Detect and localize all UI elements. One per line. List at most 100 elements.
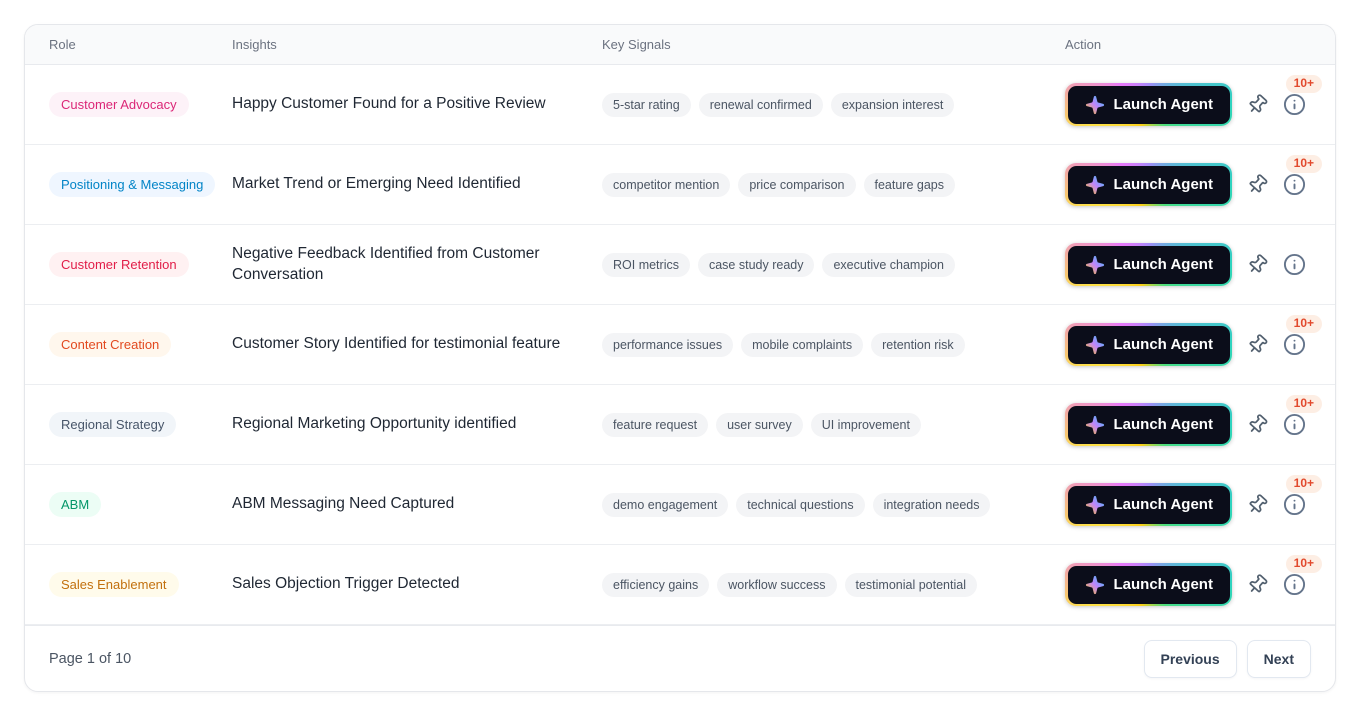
- pin-icon[interactable]: [1247, 414, 1268, 435]
- insight-text: Sales Objection Trigger Detected: [232, 575, 460, 593]
- signal-tag: technical questions: [736, 492, 865, 517]
- pin-icon[interactable]: [1247, 334, 1268, 355]
- signal-tag: workflow success: [717, 572, 837, 597]
- launch-agent-button[interactable]: Launch Agent: [1065, 243, 1233, 286]
- table-row: Sales Enablement Sales Objection Trigger…: [25, 545, 1335, 625]
- launch-agent-label: Launch Agent: [1113, 496, 1213, 513]
- launch-agent-label: Launch Agent: [1113, 256, 1213, 273]
- sparkles-icon: [1085, 255, 1105, 275]
- signal-tag: mobile complaints: [741, 332, 864, 357]
- column-header-insights: Insights: [232, 37, 277, 52]
- signal-tag: 5-star rating: [602, 92, 691, 117]
- signal-tag: UI improvement: [810, 412, 921, 437]
- role-cell: Positioning & Messaging: [49, 172, 232, 197]
- column-header-key-signals: Key Signals: [602, 37, 671, 52]
- insight-text: Customer Story Identified for testimonia…: [232, 335, 561, 353]
- table-body: Customer Advocacy Happy Customer Found f…: [25, 65, 1335, 625]
- pagination-footer: Page 1 of 10 Previous Next: [25, 625, 1335, 691]
- signal-tag: expansion interest: [830, 92, 955, 117]
- action-cell: Launch Agent 10+: [1065, 465, 1335, 544]
- role-cell: Sales Enablement: [49, 572, 232, 597]
- launch-agent-button[interactable]: Launch Agent: [1065, 83, 1233, 126]
- info-icon[interactable]: [1283, 413, 1306, 436]
- signals-cell: efficiency gains workflow success testimon…: [602, 572, 1065, 597]
- signals-cell: performance issues mobile complaints reten…: [602, 332, 1065, 357]
- pin-icon[interactable]: [1247, 174, 1268, 195]
- insights-table-card: Role Insights Key Signals Action Custome…: [24, 24, 1336, 692]
- table-row: Regional Strategy Regional Marketing Opp…: [25, 385, 1335, 465]
- pagination-buttons: Previous Next: [1143, 640, 1311, 678]
- sparkles-icon: [1085, 175, 1105, 195]
- launch-agent-label: Launch Agent: [1113, 176, 1213, 193]
- launch-agent-button[interactable]: Launch Agent: [1065, 163, 1233, 206]
- info-icon[interactable]: [1283, 93, 1306, 116]
- previous-button[interactable]: Previous: [1143, 640, 1237, 678]
- count-badge: 10+: [1285, 75, 1322, 94]
- column-header-action: Action: [1065, 37, 1102, 52]
- pin-icon[interactable]: [1247, 254, 1268, 275]
- launch-agent-button[interactable]: Launch Agent: [1065, 403, 1233, 446]
- role-cell: Customer Retention: [49, 252, 232, 277]
- signal-tag: demo engagement: [602, 492, 729, 517]
- info-icon[interactable]: [1283, 493, 1306, 516]
- table-row: Content Creation Customer Story Identifi…: [25, 305, 1335, 385]
- insight-text: Market Trend or Emerging Need Identified: [232, 175, 521, 193]
- action-cell: Launch Agent 10+: [1065, 145, 1335, 224]
- role-badge: Content Creation: [49, 332, 172, 357]
- sparkles-icon: [1085, 495, 1105, 515]
- signal-tag: retention risk: [871, 332, 965, 357]
- role-badge: Regional Strategy: [49, 412, 177, 437]
- signal-tag: price comparison: [738, 172, 856, 197]
- signal-tag: feature gaps: [863, 172, 955, 197]
- count-badge: 10+: [1285, 555, 1322, 574]
- signals-cell: feature request user survey UI improvement: [602, 412, 1065, 437]
- insight-text: ABM Messaging Need Captured: [232, 495, 455, 513]
- signal-tag: integration needs: [872, 492, 991, 517]
- table-row: Positioning & Messaging Market Trend or …: [25, 145, 1335, 225]
- pin-icon[interactable]: [1247, 494, 1268, 515]
- info-icon[interactable]: [1283, 573, 1306, 596]
- signal-tag: feature request: [602, 412, 709, 437]
- signal-tag: testimonial potential: [844, 572, 977, 597]
- info-icon[interactable]: [1283, 333, 1306, 356]
- count-badge: 10+: [1285, 315, 1322, 334]
- signals-cell: ROI metrics case study ready executive cha…: [602, 252, 1065, 277]
- pin-icon[interactable]: [1247, 574, 1268, 595]
- action-cell: Launch Agent 10+: [1065, 65, 1335, 144]
- table-row: ABM ABM Messaging Need Captured demo eng…: [25, 465, 1335, 545]
- role-cell: Content Creation: [49, 332, 232, 357]
- signal-tag: case study ready: [697, 252, 815, 277]
- info-icon[interactable]: [1283, 253, 1306, 276]
- sparkles-icon: [1085, 95, 1105, 115]
- info-icon[interactable]: [1283, 173, 1306, 196]
- launch-agent-label: Launch Agent: [1113, 416, 1213, 433]
- action-cell: Launch Agent 10+: [1065, 385, 1335, 464]
- action-cell: Launch Agent 10+: [1065, 545, 1335, 624]
- launch-agent-button[interactable]: Launch Agent: [1065, 563, 1233, 606]
- table-row: Customer Retention Negative Feedback Ide…: [25, 225, 1335, 305]
- signal-tag: ROI metrics: [602, 252, 690, 277]
- role-cell: Regional Strategy: [49, 412, 232, 437]
- signals-cell: competitor mention price comparison featur…: [602, 172, 1065, 197]
- launch-agent-button[interactable]: Launch Agent: [1065, 483, 1233, 526]
- pin-icon[interactable]: [1247, 94, 1268, 115]
- signals-cell: demo engagement technical questions integr…: [602, 492, 1065, 517]
- launch-agent-label: Launch Agent: [1113, 96, 1213, 113]
- column-header-role: Role: [49, 37, 76, 52]
- signal-tag: competitor mention: [602, 172, 731, 197]
- insight-text: Regional Marketing Opportunity identifie…: [232, 415, 517, 433]
- role-badge: ABM: [49, 492, 102, 517]
- role-cell: Customer Advocacy: [49, 92, 232, 117]
- count-badge: 10+: [1285, 395, 1322, 414]
- launch-agent-button[interactable]: Launch Agent: [1065, 323, 1233, 366]
- role-badge: Customer Advocacy: [49, 92, 189, 117]
- role-badge: Positioning & Messaging: [49, 172, 216, 197]
- signal-tag: executive champion: [822, 252, 955, 277]
- insight-text: Negative Feedback Identified from Custom…: [232, 244, 540, 283]
- signal-tag: performance issues: [602, 332, 734, 357]
- count-badge: 10+: [1285, 475, 1322, 494]
- action-cell: Launch Agent 10+: [1065, 305, 1335, 384]
- sparkles-icon: [1085, 575, 1105, 595]
- launch-agent-label: Launch Agent: [1113, 336, 1213, 353]
- next-button[interactable]: Next: [1246, 640, 1311, 678]
